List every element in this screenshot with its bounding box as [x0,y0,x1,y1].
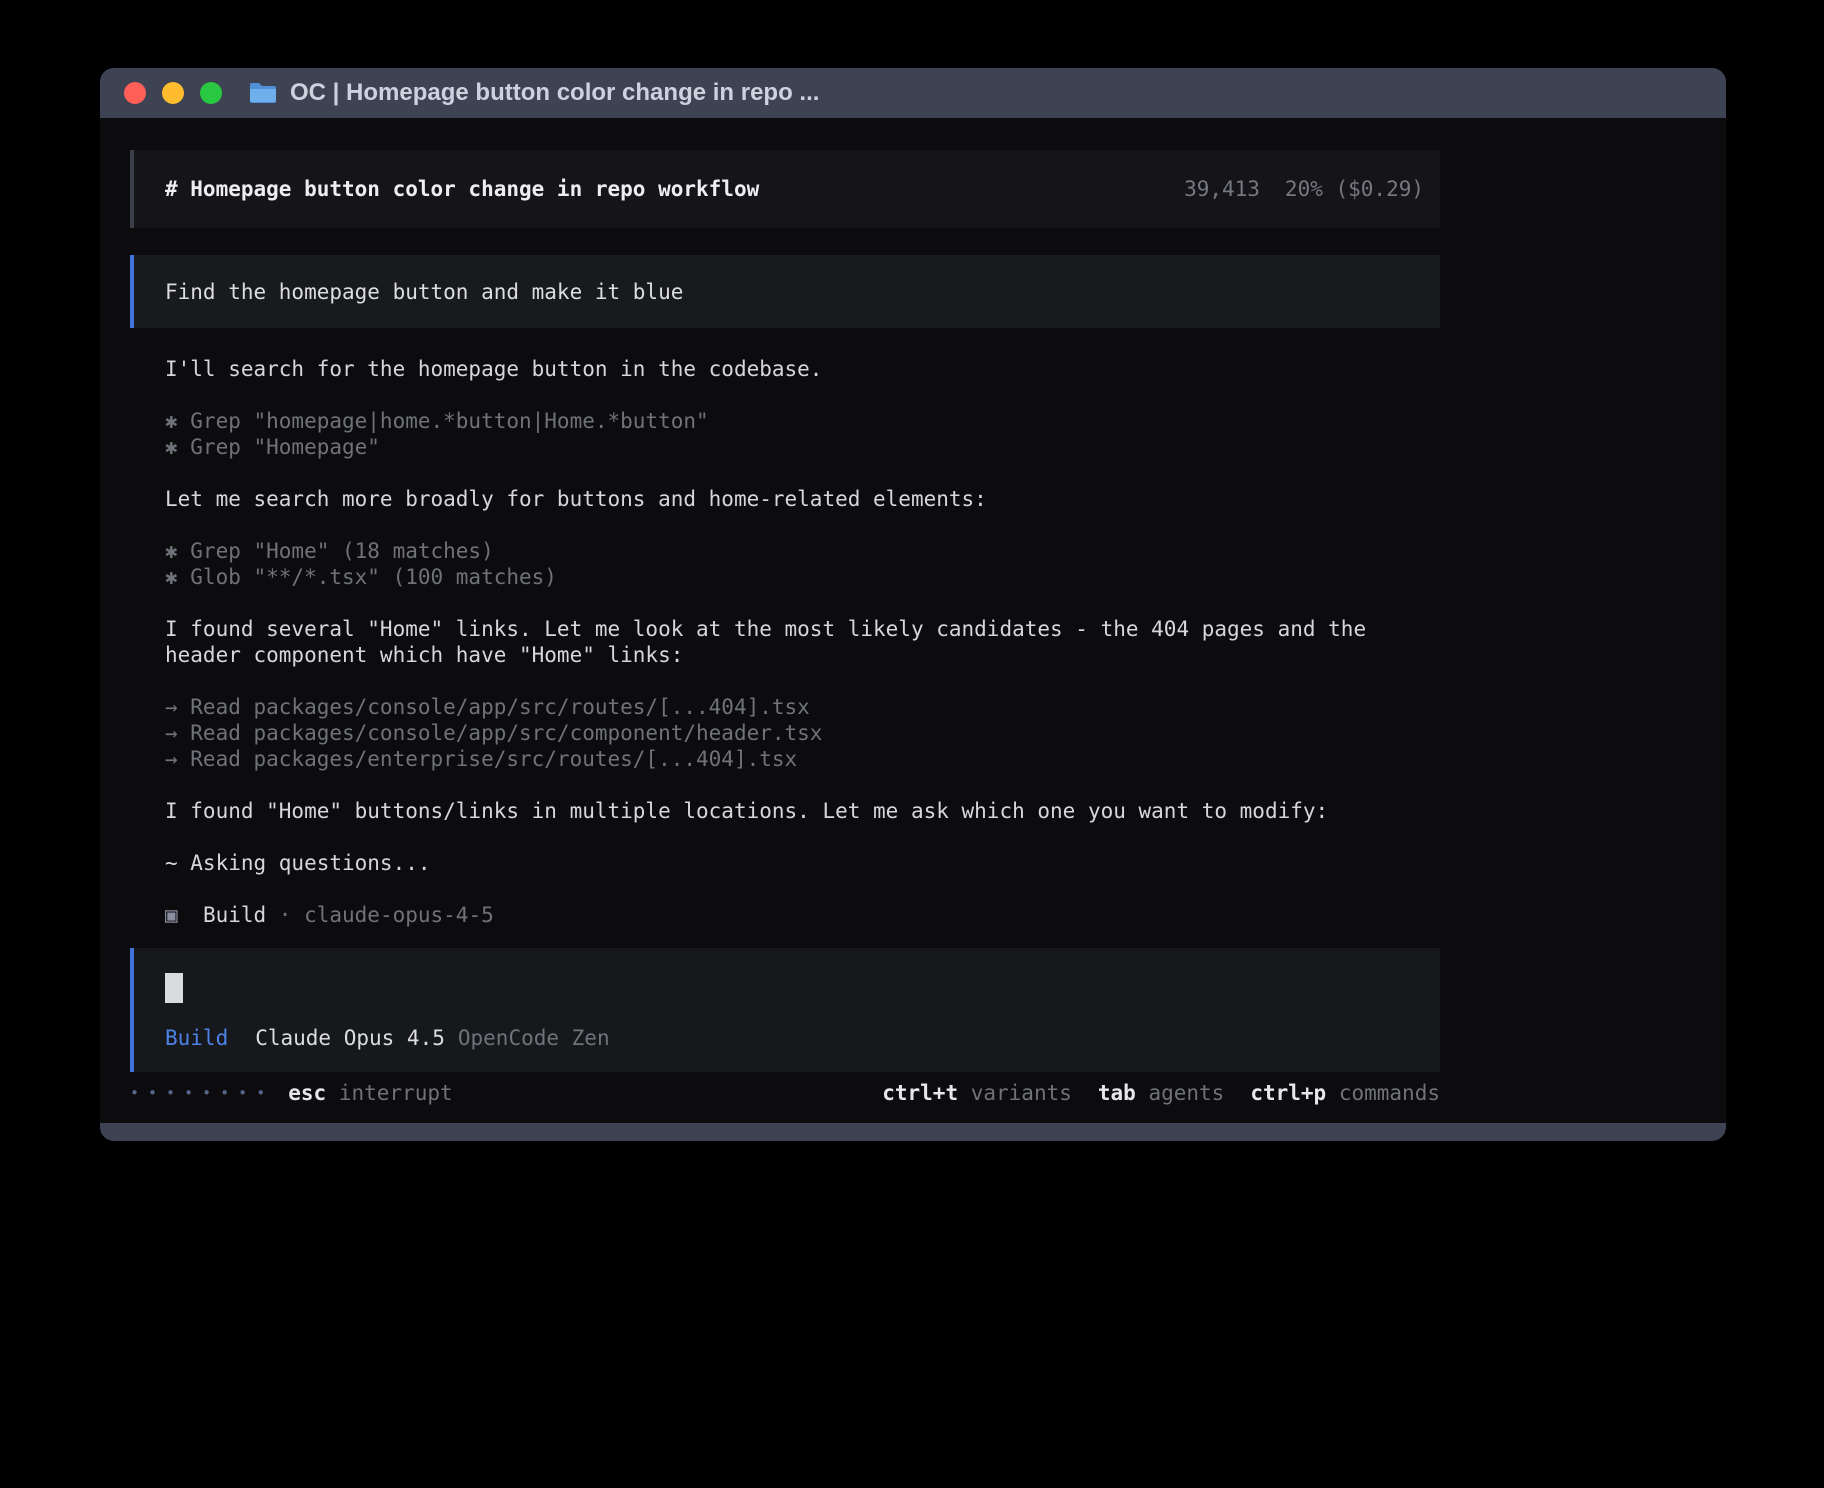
token-count: 39,413 [1184,177,1260,201]
folder-icon [248,81,278,105]
hint-ctrl-p: ctrl+p commands [1250,1081,1440,1105]
session-header: # Homepage button color change in repo w… [130,150,1440,228]
transcript-line-text: I found several "Home" links. Let me loo… [165,616,1440,642]
user-message: Find the homepage button and make it blu… [130,255,1440,328]
model-label[interactable]: Claude Opus 4.5 [255,1025,445,1051]
hints-right: ctrl+t variants tab agents ctrl+p commands [882,1081,1440,1105]
hint-key: ctrl+t [882,1081,958,1105]
titlebar[interactable]: OC | Homepage button color change in rep… [100,68,1726,118]
hint-label: interrupt [326,1081,452,1105]
agent-model: claude-opus-4-5 [304,903,494,927]
transcript: I'll search for the homepage button in t… [130,356,1440,928]
agent-mode-label[interactable]: Build [165,1025,228,1051]
transcript-line-tool: → Read packages/console/app/src/componen… [165,720,1440,746]
transcript-line-tool: → Read packages/console/app/src/routes/[… [165,694,1440,720]
transcript-line-tool: ✱ Glob "**/*.tsx" (100 matches) [165,564,1440,590]
terminal-window: OC | Homepage button color change in rep… [100,68,1726,1141]
transcript-line-text: header component which have "Home" links… [165,642,1440,668]
tui-column: # Homepage button color change in repo w… [130,150,1440,1106]
hint-label: agents [1136,1081,1225,1105]
hint-ctrl-t: ctrl+t variants [882,1081,1072,1105]
close-button[interactable] [124,82,146,104]
hint-key: ctrl+p [1250,1081,1326,1105]
transcript-line-agent: ▣ Build · claude-opus-4-5 [165,902,1440,928]
prompt-input[interactable]: Build Claude Opus 4.5 OpenCode Zen [130,948,1440,1072]
hints-left: esc interrupt [288,1081,452,1105]
session-title: # Homepage button color change in repo w… [165,177,759,201]
status-bar: •••••••• esc interrupt ctrl+t variants ta… [130,1080,1440,1106]
transcript-line-text: ~ Asking questions... [165,850,1440,876]
hint-key: esc [288,1081,326,1105]
zoom-button[interactable] [200,82,222,104]
transcript-line-tool: ✱ Grep "Homepage" [165,434,1440,460]
hint-key: tab [1098,1081,1136,1105]
agent-separator: · [266,903,304,927]
user-message-text: Find the homepage button and make it blu… [165,280,683,304]
input-status-row: Build Claude Opus 4.5 OpenCode Zen [165,1025,1410,1051]
agent-icon: ▣ [165,903,203,927]
spinner-dots: •••••••• [130,1080,274,1106]
provider-label: OpenCode Zen [458,1025,610,1051]
traffic-lights [124,82,222,104]
minimize-button[interactable] [162,82,184,104]
terminal-content: # Homepage button color change in repo w… [100,118,1726,1123]
transcript-line-text: Let me search more broadly for buttons a… [165,486,1440,512]
transcript-line-tool: → Read packages/enterprise/src/routes/[.… [165,746,1440,772]
desktop: { "window": { "title": "OC | Homepage bu… [0,0,1824,1488]
transcript-line-text: I found "Home" buttons/links in multiple… [165,798,1440,824]
transcript-line-text: I'll search for the homepage button in t… [165,356,1440,382]
hint-label: variants [958,1081,1072,1105]
agent-name: Build [203,903,266,927]
hint-esc: esc interrupt [288,1081,452,1105]
hint-label: commands [1326,1081,1440,1105]
transcript-line-tool: ✱ Grep "Home" (18 matches) [165,538,1440,564]
text-cursor [165,973,183,1003]
session-stats: 39,413 20% ($0.29) [1184,177,1424,201]
hint-tab: tab agents [1098,1081,1224,1105]
context-cost: 20% ($0.29) [1285,177,1424,201]
title-group: OC | Homepage button color change in rep… [248,79,819,107]
transcript-line-tool: ✱ Grep "homepage|home.*button|Home.*butt… [165,408,1440,434]
window-title: OC | Homepage button color change in rep… [290,79,819,107]
